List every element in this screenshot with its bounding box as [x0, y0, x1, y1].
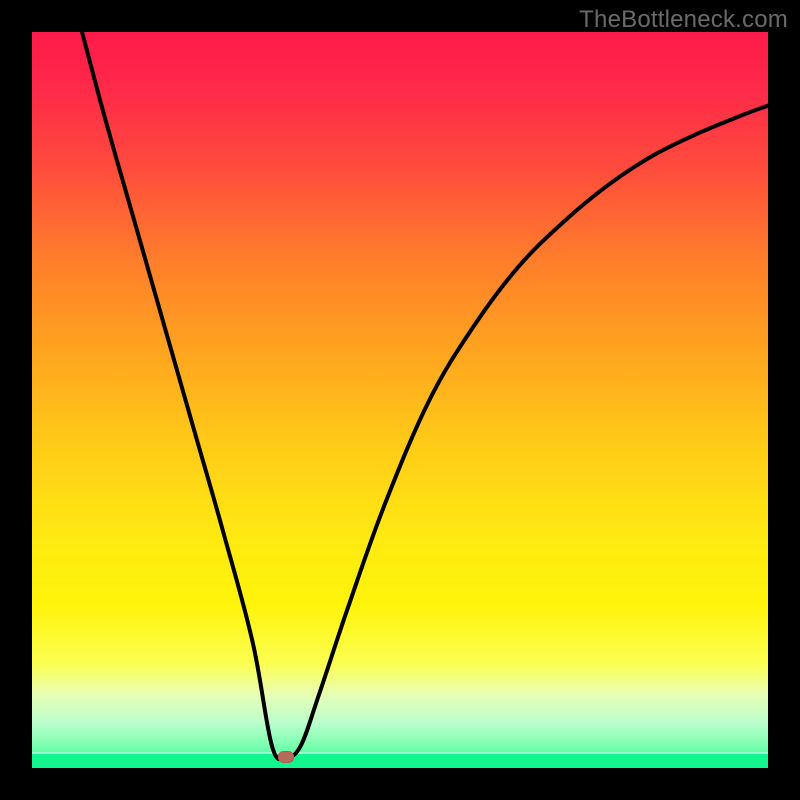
chart-frame: TheBottleneck.com	[0, 0, 800, 800]
bottleneck-curve-svg	[32, 32, 768, 768]
watermark-text: TheBottleneck.com	[579, 6, 788, 34]
bottleneck-curve-path	[82, 32, 768, 759]
optimal-marker	[278, 751, 294, 763]
plot-area	[32, 32, 768, 768]
